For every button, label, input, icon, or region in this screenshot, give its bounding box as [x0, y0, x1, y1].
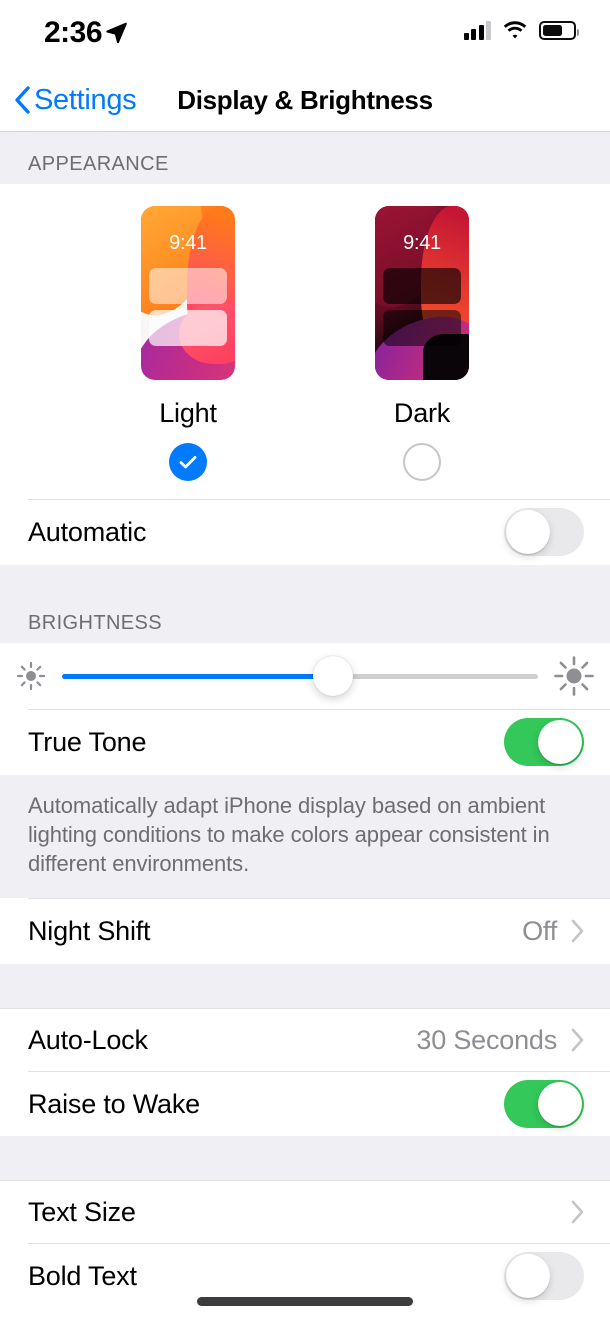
- raise-to-wake-toggle[interactable]: [504, 1080, 584, 1129]
- text-size-row[interactable]: Text Size: [0, 1180, 610, 1245]
- raise-to-wake-label: Raise to Wake: [28, 1088, 200, 1119]
- sun-max-icon: [554, 656, 594, 696]
- text-size-label: Text Size: [28, 1196, 136, 1227]
- iphone-settings-screen: 2:36 Settings Display & Brightness APPEA…: [0, 0, 610, 1320]
- night-shift-value: Off: [522, 915, 557, 946]
- location-arrow-icon: [106, 22, 127, 44]
- light-preview-time: 9:41: [169, 232, 207, 254]
- battery-icon: [539, 20, 579, 40]
- section-gap: [0, 1136, 610, 1181]
- brightness-header-label: BRIGHTNESS: [0, 565, 610, 643]
- brightness-section-header: BRIGHTNESS: [0, 565, 610, 643]
- dark-preview-time: 9:41: [403, 232, 441, 254]
- chevron-right-icon: [571, 1200, 584, 1224]
- status-bar: 2:36: [0, 0, 610, 68]
- appearance-picker: 9:41 Light 9:41 Dark: [0, 184, 610, 499]
- appearance-section-header: APPEARANCE: [0, 132, 610, 184]
- true-tone-description: Automatically adapt iPhone display based…: [0, 775, 610, 899]
- brightness-block: True Tone: [0, 643, 610, 775]
- automatic-label: Automatic: [28, 516, 147, 547]
- sun-min-icon: [16, 661, 46, 691]
- automatic-toggle[interactable]: [504, 508, 584, 556]
- text-block: Text Size Bold Text: [0, 1180, 610, 1309]
- wifi-icon: [503, 21, 527, 39]
- chevron-right-icon: [571, 1028, 584, 1052]
- status-bar-time: 2:36: [44, 16, 103, 49]
- divider: [0, 1180, 610, 1181]
- dark-radio-circle[interactable]: [403, 443, 441, 481]
- raise-to-wake-row[interactable]: Raise to Wake: [0, 1072, 610, 1137]
- light-mode-preview: 9:41: [141, 206, 235, 380]
- divider: [28, 499, 610, 500]
- appearance-header-label: APPEARANCE: [0, 132, 610, 184]
- night-shift-block: Night Shift Off: [0, 898, 610, 965]
- auto-lock-label: Auto-Lock: [28, 1024, 148, 1055]
- light-selected-checkmark[interactable]: [169, 443, 207, 481]
- divider: [28, 898, 610, 899]
- auto-lock-row[interactable]: Auto-Lock 30 Seconds: [0, 1008, 610, 1073]
- true-tone-row[interactable]: True Tone: [0, 709, 610, 775]
- dark-option-label: Dark: [393, 398, 451, 428]
- light-option-label: Light: [159, 398, 217, 428]
- automatic-row[interactable]: Automatic: [0, 499, 610, 565]
- cellular-signal-icon: [463, 20, 491, 40]
- lock-block: Auto-Lock 30 Seconds Raise to Wake: [0, 1008, 610, 1137]
- section-gap: [0, 964, 610, 1009]
- appearance-option-dark[interactable]: 9:41 Dark: [375, 206, 469, 481]
- true-tone-toggle[interactable]: [504, 718, 584, 766]
- chevron-right-icon: [571, 919, 584, 943]
- night-shift-label: Night Shift: [28, 915, 151, 946]
- brightness-slider-row: [0, 643, 610, 709]
- home-indicator: [197, 1297, 413, 1306]
- page-title: Display & Brightness: [177, 84, 433, 115]
- true-tone-label: True Tone: [28, 726, 147, 757]
- slider-thumb[interactable]: [313, 656, 354, 696]
- bold-text-label: Bold Text: [28, 1260, 137, 1291]
- appearance-option-light[interactable]: 9:41 Light: [141, 206, 235, 481]
- divider: [28, 709, 610, 710]
- navigation-bar: Settings Display & Brightness: [0, 68, 610, 132]
- dark-mode-preview: 9:41: [375, 206, 469, 380]
- slider-fill: [62, 673, 334, 679]
- status-bar-indicators: [463, 20, 579, 40]
- brightness-slider[interactable]: [62, 654, 538, 698]
- divider: [0, 1008, 610, 1009]
- appearance-picker-block: 9:41 Light 9:41 Dark Automatic: [0, 184, 610, 565]
- auto-lock-value: 30 Seconds: [416, 1024, 557, 1055]
- checkmark-icon: [179, 456, 197, 469]
- bold-text-toggle[interactable]: [504, 1252, 584, 1301]
- night-shift-row[interactable]: Night Shift Off: [0, 898, 610, 965]
